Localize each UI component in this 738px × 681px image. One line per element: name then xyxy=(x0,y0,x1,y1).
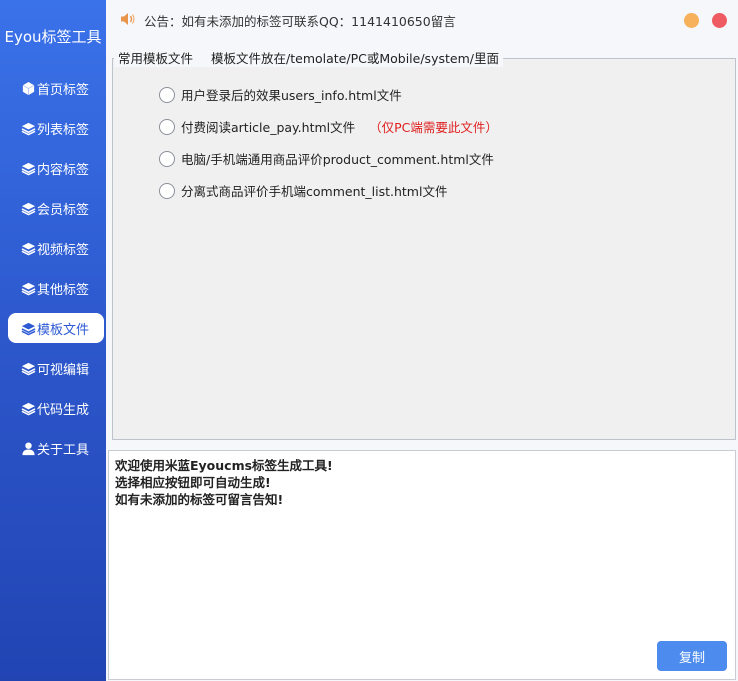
option-label: 分离式商品评价手机端comment_list.html文件 xyxy=(181,184,448,199)
layers-icon xyxy=(20,280,36,296)
sidebar-item-content-tags[interactable]: 内容标签 xyxy=(8,153,104,183)
sidebar: Eyou标签工具 首页标签 列表标签 内容标签 会员标签 视频标签 其他标签 模… xyxy=(0,0,106,681)
sidebar-item-video-tags[interactable]: 视频标签 xyxy=(8,233,104,263)
layers-icon xyxy=(20,360,36,376)
option-label: 用户登录后的效果users_info.html文件 xyxy=(181,88,402,103)
option-label: 电脑/手机端通用商品评价product_comment.html文件 xyxy=(181,152,494,167)
template-group: 用户登录后的效果users_info.html文件 付费阅读article_pa… xyxy=(112,58,736,440)
sidebar-item-about[interactable]: 关于工具 xyxy=(8,433,104,463)
template-option-comment-list[interactable]: 分离式商品评价手机端comment_list.html文件 xyxy=(159,181,447,200)
main-panel: 公告：如有未添加的标签可联系QQ：1141410650留言 用户登录后的效果us… xyxy=(106,0,738,681)
group-hint: 模板文件放在/temolate/PC或Mobile/system/里面 xyxy=(211,51,499,66)
layers-icon xyxy=(20,240,36,256)
user-icon xyxy=(20,440,36,456)
output-line: 如有未添加的标签可留言告知! xyxy=(115,492,284,507)
sidebar-item-list-tags[interactable]: 列表标签 xyxy=(8,113,104,143)
sidebar-item-label: 代码生成 xyxy=(37,402,90,418)
sidebar-item-member-tags[interactable]: 会员标签 xyxy=(8,193,104,223)
sidebar-item-label: 其他标签 xyxy=(37,282,90,298)
radio-button[interactable] xyxy=(159,86,175,103)
radio-button[interactable] xyxy=(159,118,175,135)
copy-button[interactable]: 复制 xyxy=(657,641,727,671)
notice-text: 公告：如有未添加的标签可联系QQ：1141410650留言 xyxy=(144,14,456,29)
sidebar-item-other-tags[interactable]: 其他标签 xyxy=(8,273,104,303)
output-textarea[interactable]: 欢迎使用米蓝Eyoucms标签生成工具! 选择相应按钮即可自动生成! 如有未添加… xyxy=(108,450,736,680)
sidebar-item-label: 关于工具 xyxy=(37,442,90,458)
top-bar: 公告：如有未添加的标签可联系QQ：1141410650留言 xyxy=(106,0,738,40)
layers-icon xyxy=(20,320,36,336)
layers-icon xyxy=(20,120,36,136)
sidebar-item-home-tags[interactable]: 首页标签 xyxy=(8,73,104,103)
layers-icon xyxy=(20,400,36,416)
sidebar-item-template-files[interactable]: 模板文件 xyxy=(8,313,104,343)
app-title: Eyou标签工具 xyxy=(4,28,102,46)
option-note: （仅PC端需要此文件） xyxy=(369,120,498,135)
template-option-users-info[interactable]: 用户登录后的效果users_info.html文件 xyxy=(159,85,402,104)
option-label: 付费阅读article_pay.html文件 xyxy=(181,120,356,135)
layers-icon xyxy=(20,200,36,216)
layers-icon xyxy=(20,160,36,176)
sidebar-item-label: 首页标签 xyxy=(37,82,90,98)
speaker-icon xyxy=(120,11,136,27)
sidebar-item-label: 列表标签 xyxy=(37,122,90,138)
template-option-article-pay[interactable]: 付费阅读article_pay.html文件 （仅PC端需要此文件） xyxy=(159,117,498,136)
sidebar-item-code-gen[interactable]: 代码生成 xyxy=(8,393,104,423)
template-option-product-comment[interactable]: 电脑/手机端通用商品评价product_comment.html文件 xyxy=(159,149,494,168)
sidebar-item-label: 视频标签 xyxy=(37,242,90,258)
cube-icon xyxy=(20,80,36,96)
group-legend: 常用模板文件 模板文件放在/temolate/PC或Mobile/system/里… xyxy=(114,48,503,67)
sidebar-item-label: 内容标签 xyxy=(37,162,90,178)
group-title: 常用模板文件 xyxy=(118,51,194,66)
sidebar-item-visual-edit[interactable]: 可视编辑 xyxy=(8,353,104,383)
sidebar-item-label: 会员标签 xyxy=(37,202,90,218)
radio-button[interactable] xyxy=(159,150,175,167)
sidebar-item-label: 模板文件 xyxy=(37,322,90,338)
radio-button[interactable] xyxy=(159,182,175,199)
sidebar-item-label: 可视编辑 xyxy=(37,362,90,378)
close-button[interactable] xyxy=(712,13,727,28)
minimize-button[interactable] xyxy=(684,13,699,28)
